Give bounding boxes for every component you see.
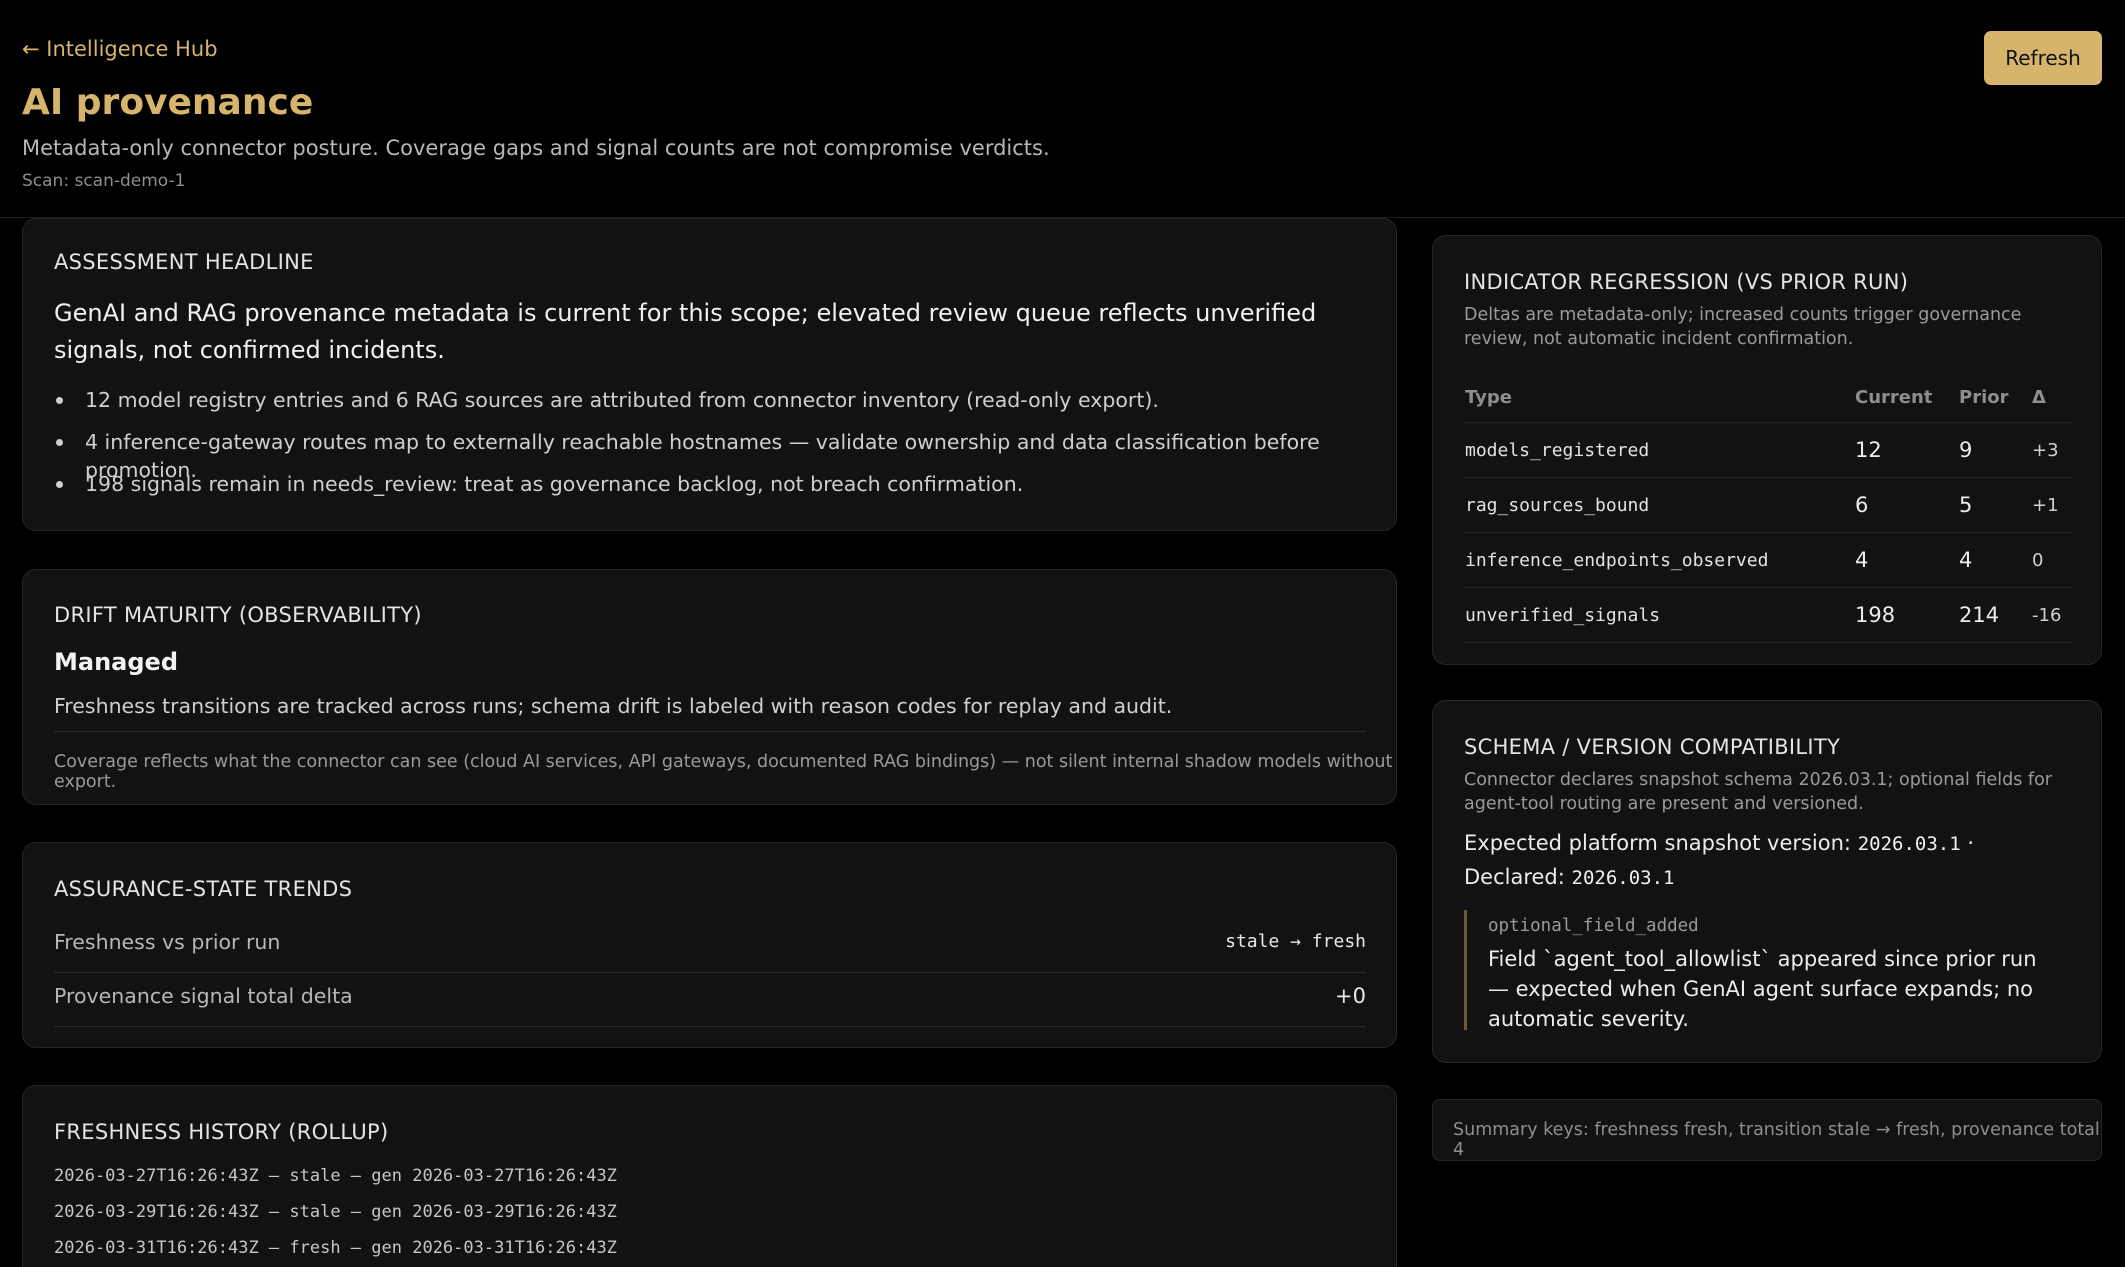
list-item: 12 model registry entries and 6 RAG sour…	[54, 386, 1374, 428]
cell-prior: 9	[1958, 422, 2031, 478]
schema-compatibility-card: Schema / version compatibility Connector…	[1432, 700, 2102, 1063]
cell-delta: -16	[2031, 587, 2072, 643]
trend-row-signal-delta: Provenance signal total delta +0	[54, 972, 1366, 1027]
cell-prior: 4	[1958, 532, 2031, 588]
freshness-history-card: Freshness history (rollup) 2026-03-27T16…	[22, 1085, 1397, 1267]
declared-version-value: 2026.03.1	[1571, 867, 1675, 889]
schema-version-line: Expected platform snapshot version: 2026…	[1464, 827, 2064, 895]
assessment-headline-title: Assessment headline	[54, 250, 314, 274]
schema-change-callout: optional_field_added Field `agent_tool_a…	[1464, 910, 2067, 1031]
page-title: AI provenance	[22, 82, 314, 123]
assessment-bullets: 12 model registry entries and 6 RAG sour…	[54, 386, 1374, 512]
trend-label: Freshness vs prior run	[54, 930, 281, 954]
schema-change-text: Field `agent_tool_allowlist` appeared si…	[1488, 947, 2037, 1031]
coverage-note: Coverage reflects what the connector can…	[54, 752, 1393, 792]
summary-keys-card: Summary keys: freshness fresh, transitio…	[1432, 1099, 2102, 1161]
indicator-regression-card: Indicator regression (vs prior run) Delt…	[1432, 235, 2102, 665]
divider	[54, 731, 1366, 732]
indicator-regression-table: Type Current Prior Δ models_registered 1…	[1464, 373, 2072, 643]
page-subtitle: Metadata-only connector posture. Coverag…	[22, 136, 1050, 160]
table-row: rag_sources_bound 6 5 +1	[1464, 477, 2072, 533]
history-entry: 2026-03-27T16:26:43Z — stale — gen 2026-…	[54, 1166, 617, 1186]
cell-delta: +3	[2031, 422, 2072, 478]
cell-prior: 5	[1958, 477, 2031, 533]
trend-value: +0	[1335, 984, 1366, 1008]
cell-current: 4	[1854, 532, 1958, 588]
list-item: 4 inference-gateway routes map to extern…	[54, 428, 1374, 482]
cell-delta: +1	[2031, 477, 2072, 533]
assessment-headline-card: Assessment headline GenAI and RAG proven…	[22, 218, 1397, 531]
schema-compatibility-title: Schema / version compatibility	[1464, 735, 1841, 759]
table-row: models_registered 12 9 +3	[1464, 422, 2072, 478]
drift-maturity-level: Managed	[54, 648, 178, 676]
cell-prior: 214	[1958, 587, 2031, 643]
expected-version-label: Expected platform snapshot version:	[1464, 831, 1852, 855]
drift-maturity-card: Drift maturity (observability) Managed F…	[22, 569, 1397, 805]
assurance-trends-title: Assurance-state trends	[54, 877, 353, 901]
indicator-regression-title: Indicator regression (vs prior run)	[1464, 270, 1909, 294]
schema-change-code: optional_field_added	[1488, 916, 1699, 936]
table-header-row: Type Current Prior Δ	[1464, 373, 2072, 423]
cell-type: rag_sources_bound	[1464, 477, 1854, 533]
column-header-type: Type	[1464, 373, 1854, 423]
drift-maturity-title: Drift maturity (observability)	[54, 603, 422, 627]
back-link-intelligence-hub[interactable]: ← Intelligence Hub	[22, 37, 218, 61]
assessment-headline-text: GenAI and RAG provenance metadata is cur…	[54, 299, 1317, 364]
cell-type: models_registered	[1464, 422, 1854, 478]
column-header-current: Current	[1854, 373, 1958, 423]
trend-row-freshness: Freshness vs prior run stale → fresh	[54, 918, 1366, 973]
cell-current: 198	[1854, 587, 1958, 643]
scan-id: Scan: scan-demo-1	[22, 171, 186, 191]
schema-compatibility-subtitle: Connector declares snapshot schema 2026.…	[1464, 770, 2052, 814]
summary-keys-text: Summary keys: freshness fresh, transitio…	[1453, 1120, 2100, 1160]
list-item: 198 signals remain in needs_review: trea…	[54, 470, 1374, 512]
cell-current: 12	[1854, 422, 1958, 478]
column-header-delta: Δ	[2031, 373, 2072, 423]
table-row: inference_endpoints_observed 4 4 0	[1464, 532, 2072, 588]
column-header-prior: Prior	[1958, 373, 2031, 423]
assurance-trends-card: Assurance-state trends Freshness vs prio…	[22, 842, 1397, 1048]
expected-version-value: 2026.03.1	[1857, 833, 1961, 855]
trend-value: stale → fresh	[1225, 931, 1366, 952]
history-entry: 2026-03-31T16:26:43Z — fresh — gen 2026-…	[54, 1238, 617, 1258]
cell-current: 6	[1854, 477, 1958, 533]
indicator-regression-subtitle: Deltas are metadata-only; increased coun…	[1464, 305, 2022, 349]
drift-maturity-description: Freshness transitions are tracked across…	[54, 694, 1173, 718]
table-row: unverified_signals 198 214 -16	[1464, 587, 2072, 643]
cell-type: unverified_signals	[1464, 587, 1854, 643]
trend-label: Provenance signal total delta	[54, 984, 353, 1008]
cell-type: inference_endpoints_observed	[1464, 532, 1854, 588]
cell-delta: 0	[2031, 532, 2072, 588]
freshness-history-title: Freshness history (rollup)	[54, 1120, 389, 1144]
history-entry: 2026-03-29T16:26:43Z — stale — gen 2026-…	[54, 1202, 617, 1222]
refresh-button[interactable]: Refresh	[1984, 31, 2102, 85]
